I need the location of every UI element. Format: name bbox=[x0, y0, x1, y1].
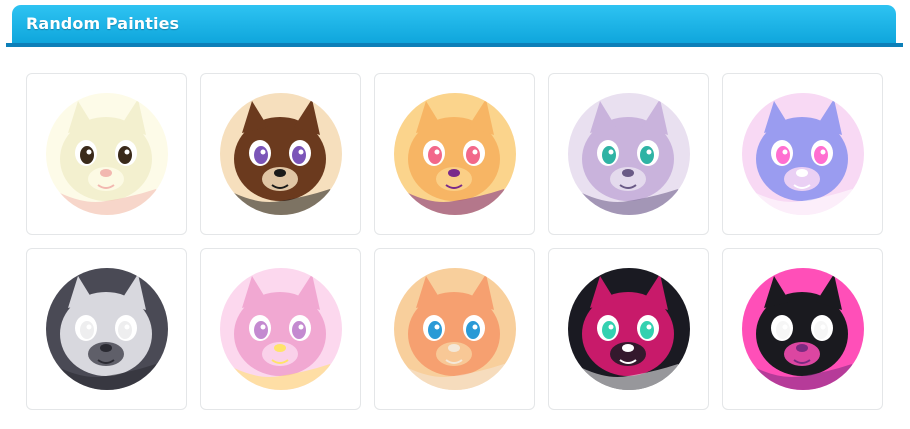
panel-title: Random Painties bbox=[26, 14, 180, 33]
brown-white-cat-portrait bbox=[219, 93, 342, 215]
paintie-card[interactable] bbox=[548, 73, 709, 235]
blue-pink-dragon-portrait bbox=[741, 93, 864, 215]
painties-grid bbox=[26, 73, 883, 410]
dark-spiky-dragon-portrait bbox=[567, 268, 690, 390]
dark-spiky-dragon-portrait-avatar[interactable] bbox=[567, 268, 690, 390]
black-pink-pony-portrait bbox=[741, 268, 864, 390]
pink-bunny-portrait-avatar[interactable] bbox=[219, 268, 342, 390]
grey-ferret-portrait bbox=[45, 268, 168, 390]
paintie-card[interactable] bbox=[722, 248, 883, 410]
grey-ferret-portrait-avatar[interactable] bbox=[45, 268, 168, 390]
paintie-card[interactable] bbox=[26, 248, 187, 410]
blue-pink-dragon-portrait-avatar[interactable] bbox=[741, 93, 864, 215]
paintie-card[interactable] bbox=[26, 73, 187, 235]
ginger-cat-portrait-avatar[interactable] bbox=[393, 268, 516, 390]
paintie-card[interactable] bbox=[200, 248, 361, 410]
paintie-card[interactable] bbox=[374, 73, 535, 235]
paintie-card[interactable] bbox=[374, 248, 535, 410]
pink-bunny-portrait bbox=[219, 268, 342, 390]
black-pink-pony-portrait-avatar[interactable] bbox=[741, 268, 864, 390]
lavender-snow-leopard-portrait bbox=[567, 93, 690, 215]
panel-header: Random Painties bbox=[12, 5, 896, 43]
paintie-card[interactable] bbox=[722, 73, 883, 235]
lavender-snow-leopard-portrait-avatar[interactable] bbox=[567, 93, 690, 215]
brown-white-cat-portrait-avatar[interactable] bbox=[219, 93, 342, 215]
paintie-card[interactable] bbox=[200, 73, 361, 235]
paintie-card[interactable] bbox=[548, 248, 709, 410]
panel-header-rule bbox=[6, 43, 903, 47]
orange-pig-portrait bbox=[393, 93, 516, 215]
ginger-cat-portrait bbox=[393, 268, 516, 390]
cream-dog-portrait bbox=[45, 93, 168, 215]
orange-pig-portrait-avatar[interactable] bbox=[393, 93, 516, 215]
cream-dog-portrait-avatar[interactable] bbox=[45, 93, 168, 215]
